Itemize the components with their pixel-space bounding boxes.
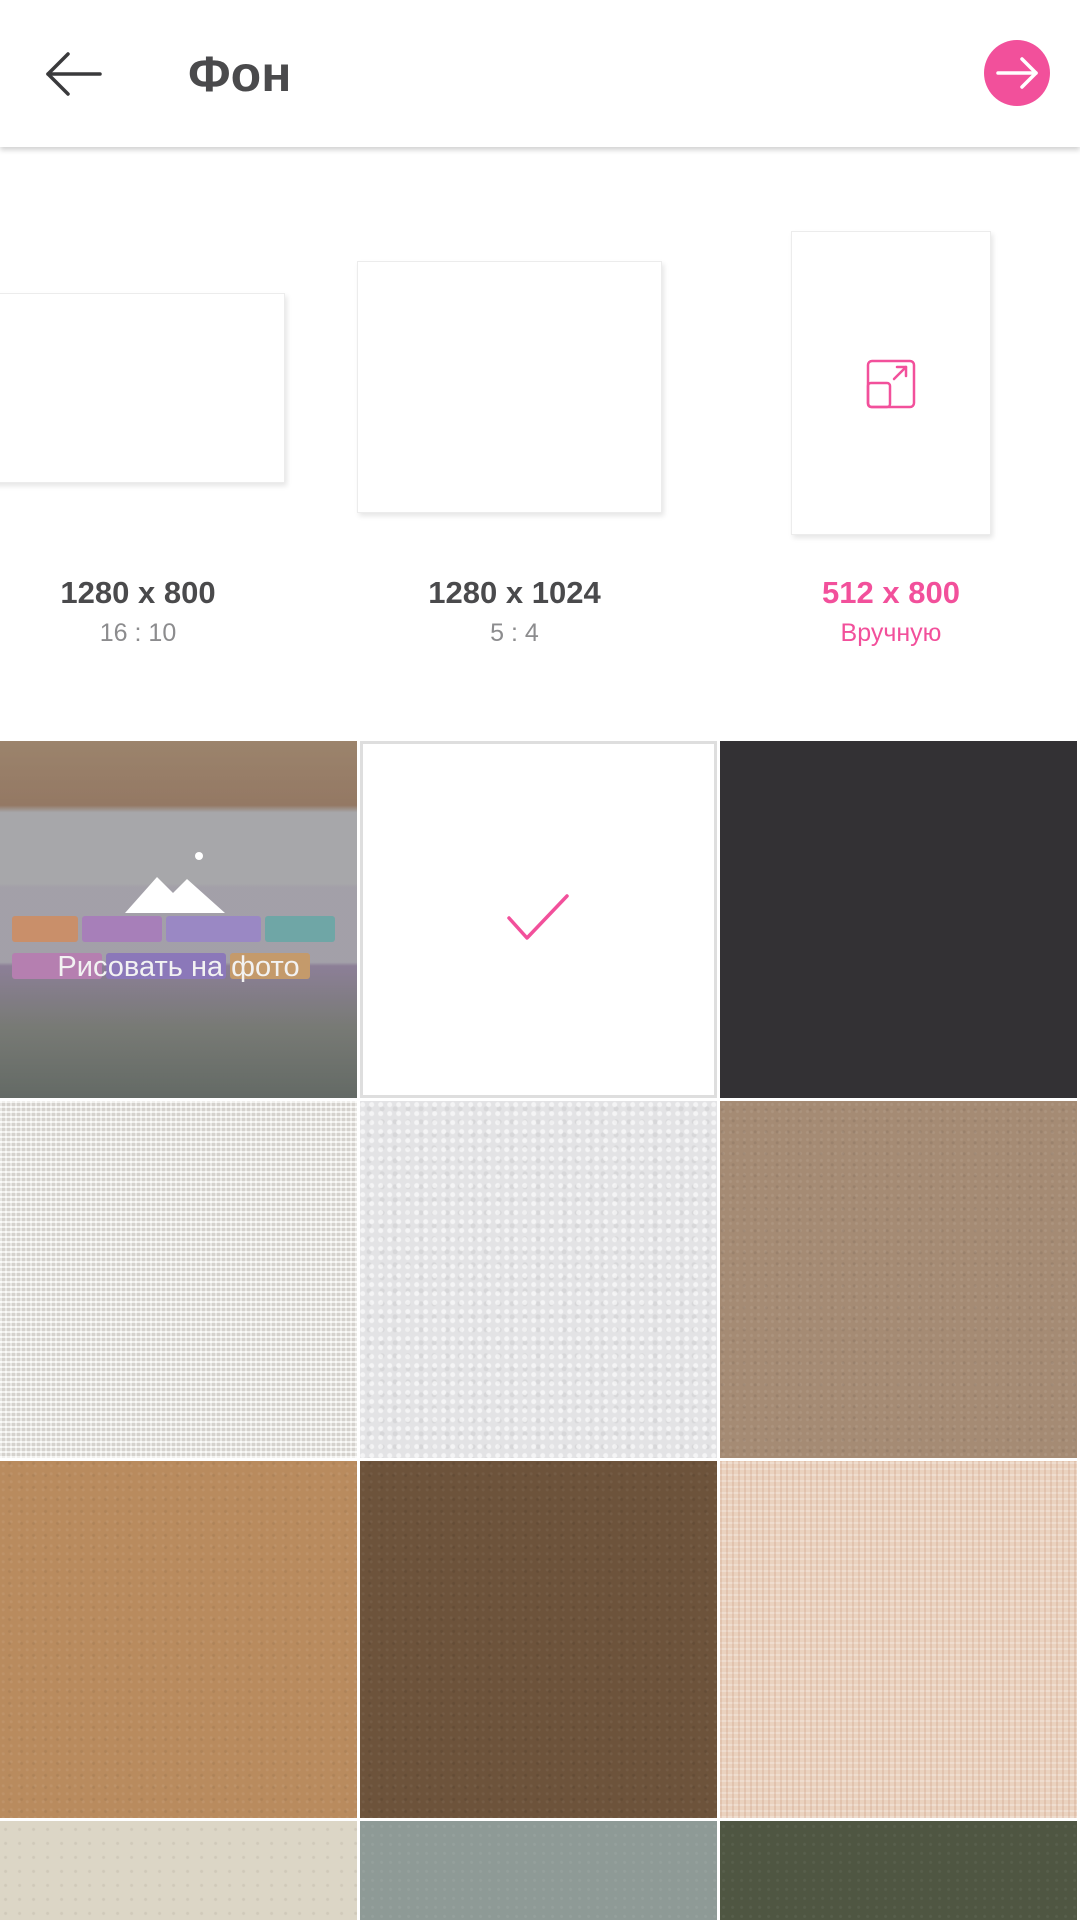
background-dark-tile[interactable] bbox=[720, 741, 1077, 1098]
preset-preview-card bbox=[357, 261, 662, 513]
background-linen-tile[interactable] bbox=[0, 1101, 357, 1458]
size-presets-strip: 1280 x 800 16 : 10 1280 x 1024 5 : 4 512… bbox=[0, 147, 1080, 741]
background-kraft-paper-tile[interactable] bbox=[720, 1101, 1077, 1458]
background-slate-paper-tile[interactable] bbox=[360, 1821, 717, 1920]
preset-1280x1024[interactable]: 1280 x 1024 5 : 4 bbox=[356, 147, 673, 667]
page-title: Фон bbox=[188, 46, 292, 102]
preset-dimensions: 512 x 800 bbox=[822, 575, 960, 610]
preset-ratio: Вручную bbox=[840, 619, 942, 647]
app-header: Фон bbox=[0, 0, 1080, 147]
resize-icon bbox=[866, 359, 916, 409]
draw-on-photo-label: Рисовать на фото bbox=[57, 951, 300, 983]
arrow-right-icon bbox=[996, 57, 1038, 89]
background-white-paper-tile[interactable] bbox=[360, 1101, 717, 1458]
checkmark-icon bbox=[507, 894, 569, 940]
image-mountain-icon bbox=[125, 852, 225, 913]
background-peach-canvas-tile[interactable] bbox=[720, 1461, 1077, 1818]
preset-custom-512x800[interactable]: 512 x 800 Вручную bbox=[741, 147, 1041, 667]
background-olive-paper-tile[interactable] bbox=[720, 1821, 1077, 1920]
background-cardboard-tile[interactable] bbox=[0, 1461, 357, 1818]
arrow-left-icon bbox=[46, 52, 102, 96]
draw-on-photo-tile[interactable]: Рисовать на фото bbox=[0, 741, 357, 1098]
preset-preview-card bbox=[0, 293, 285, 483]
preset-dimensions: 1280 x 800 bbox=[60, 575, 216, 610]
background-brown-paper-tile[interactable] bbox=[360, 1461, 717, 1818]
preset-dimensions: 1280 x 1024 bbox=[428, 575, 601, 610]
background-cream-paper-tile[interactable] bbox=[0, 1821, 357, 1920]
preset-preview-card bbox=[791, 231, 991, 535]
preset-1280x800[interactable]: 1280 x 800 16 : 10 bbox=[0, 147, 285, 667]
next-button[interactable] bbox=[984, 40, 1050, 106]
back-button[interactable] bbox=[36, 42, 112, 106]
preset-ratio: 5 : 4 bbox=[490, 619, 539, 647]
background-white-tile[interactable] bbox=[360, 741, 717, 1098]
preset-ratio: 16 : 10 bbox=[99, 619, 177, 647]
